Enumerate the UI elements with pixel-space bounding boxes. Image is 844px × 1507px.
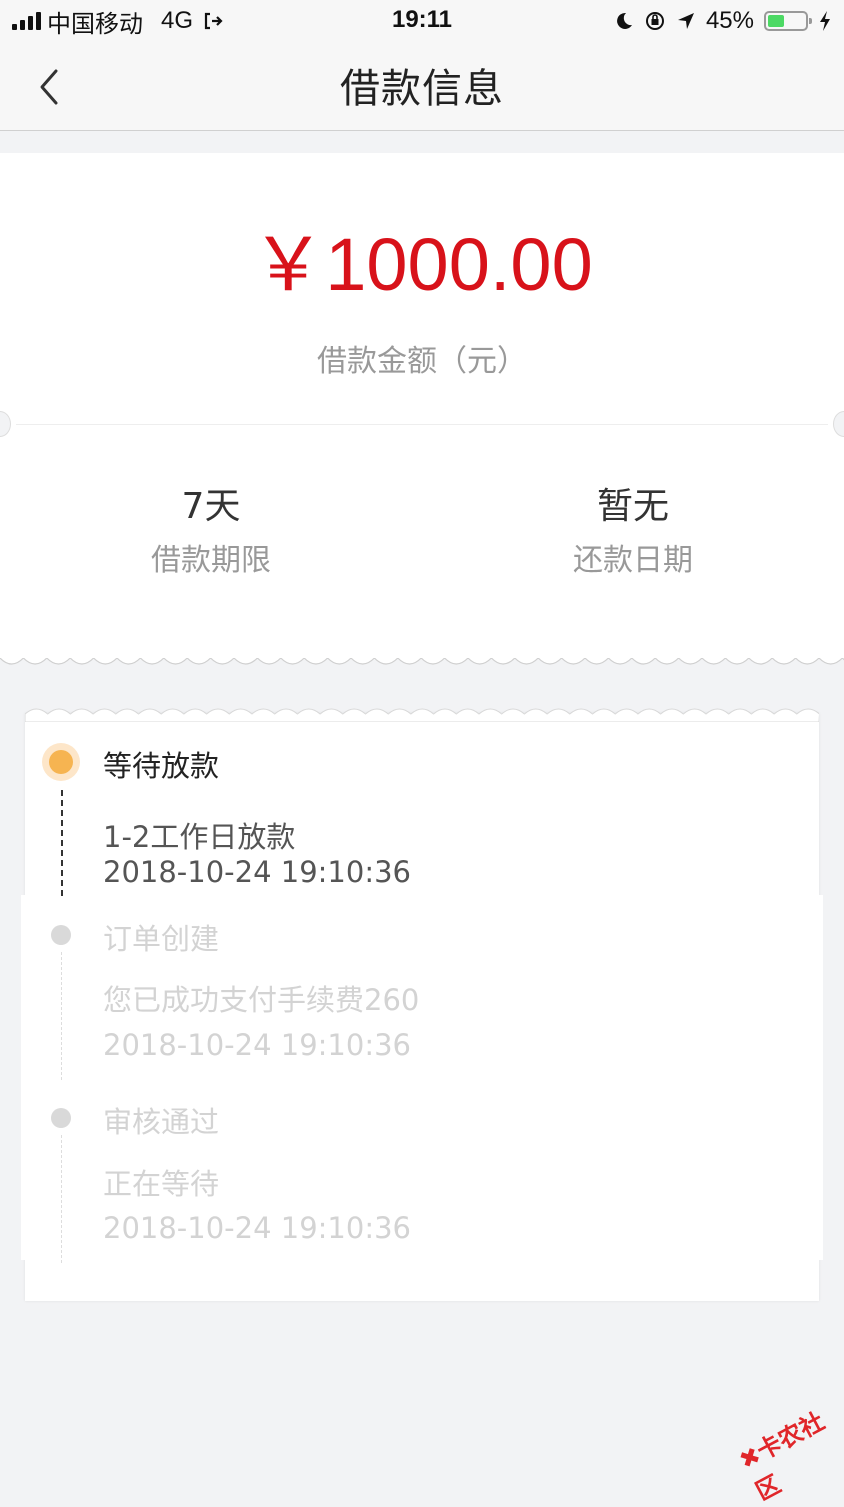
timeline-step-title: 审核通过 xyxy=(103,1105,220,1139)
timeline-step-time: 2018-10-24 19:10:36 xyxy=(103,855,411,889)
timeline-step-detail: 1-2工作日放款 xyxy=(103,820,296,854)
timeline-step-time: 2018-10-24 19:10:36 xyxy=(103,1028,411,1062)
timeline-step-detail: 正在等待 xyxy=(103,1167,220,1201)
navigation-bar: 借款信息 xyxy=(0,44,844,131)
loan-term: 7天 借款期限 xyxy=(0,483,422,581)
status-bar: 中国移动 4G 19:11 45% xyxy=(0,0,844,44)
timeline-connector xyxy=(61,952,62,1080)
repayment-date: 暂无 还款日期 xyxy=(422,483,844,581)
timeline-connector xyxy=(61,1135,62,1263)
timeline-step-title: 等待放款 xyxy=(103,749,220,783)
loan-summary-card: ￥1000.00 借款金额（元） 7天 借款期限 暂无 还款日期 xyxy=(0,153,844,658)
loan-amount: ￥1000.00 xyxy=(251,223,593,306)
repayment-date-value: 暂无 xyxy=(596,486,669,527)
orientation-lock-icon xyxy=(645,12,664,30)
watermark-logo: ✖卡农社区 xyxy=(734,1407,830,1506)
ticket-divider xyxy=(16,424,828,425)
loan-amount-label: 借款金额（元） xyxy=(317,344,527,379)
charging-icon xyxy=(820,11,830,31)
ticket-notch-right xyxy=(833,411,844,437)
ticket-scalloped-edge xyxy=(0,650,844,665)
watermark-text: 卡农社区 xyxy=(751,1407,830,1506)
timeline-connector xyxy=(61,790,63,896)
location-icon xyxy=(677,13,694,29)
timeline-step-title: 订单创建 xyxy=(103,922,220,956)
ticket-notch-left xyxy=(0,411,11,437)
page-title: 借款信息 xyxy=(340,66,504,112)
loan-term-label: 借款期限 xyxy=(151,543,271,578)
timeline-step-detail: 您已成功支付手续费260 xyxy=(103,983,420,1017)
status-dot-icon xyxy=(51,925,71,945)
timeline-card-top-edge xyxy=(25,708,819,722)
status-dot-active-icon xyxy=(42,743,80,781)
timeline-step-time: 2018-10-24 19:10:36 xyxy=(103,1211,411,1245)
moon-icon xyxy=(617,12,632,29)
battery-icon xyxy=(764,11,812,31)
status-dot-icon xyxy=(51,1108,71,1128)
repayment-date-label: 还款日期 xyxy=(573,543,693,578)
loan-term-value: 7天 xyxy=(181,486,241,527)
battery-percent: 45% xyxy=(705,7,754,34)
